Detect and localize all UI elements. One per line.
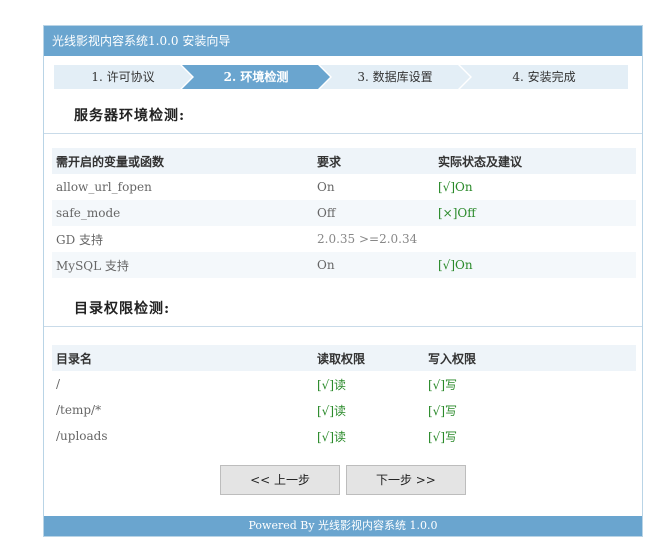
row-name: GD 支持 bbox=[56, 232, 104, 247]
dir-check-table: 目录名 读取权限 写入权限 / [√]读 [√]写 /temp/* [√]读 [… bbox=[52, 345, 636, 449]
table-header-row: 目录名 读取权限 写入权限 bbox=[52, 345, 636, 371]
server-check-title: 服务器环境检测: bbox=[74, 108, 186, 124]
header-read: 读取权限 bbox=[313, 345, 424, 371]
step-bar: 1. 许可协议 2. 环境检测 3. 数据库设置 4. 安装完成 bbox=[54, 65, 628, 89]
row-name: / bbox=[56, 377, 61, 391]
step-complete: 4. 安装完成 bbox=[460, 65, 628, 89]
installer-window: 光线影视内容系统1.0.0 安装向导 1. 许可协议 2. 环境检测 3. 数据… bbox=[43, 25, 643, 537]
table-row: /uploads [√]读 [√]写 bbox=[52, 423, 636, 449]
row-read: [√]读 bbox=[317, 377, 347, 392]
row-status: [√]On bbox=[438, 180, 473, 194]
divider bbox=[44, 133, 642, 134]
row-name: allow_url_fopen bbox=[56, 180, 152, 194]
table-header-row: 需开启的变量或函数 要求 实际状态及建议 bbox=[52, 148, 636, 174]
row-write: [√]写 bbox=[428, 377, 458, 392]
window-title: 光线影视内容系统1.0.0 安装向导 bbox=[44, 26, 642, 56]
row-required: On bbox=[317, 180, 335, 194]
row-status: [√]On bbox=[434, 252, 636, 278]
server-check-table: 需开启的变量或函数 要求 实际状态及建议 allow_url_fopen On … bbox=[52, 148, 636, 278]
divider bbox=[44, 326, 642, 327]
row-required: On bbox=[313, 252, 434, 278]
footer: Powered By 光线影视内容系统 1.0.0 bbox=[44, 516, 642, 536]
row-write: [√]写 bbox=[428, 429, 458, 444]
step-label: 3. 数据库设置 bbox=[357, 70, 433, 84]
row-read: [√]读 bbox=[317, 403, 347, 418]
row-name: /uploads bbox=[56, 429, 108, 443]
row-required: Off bbox=[313, 200, 434, 226]
prev-step-button[interactable]: << 上一步 bbox=[220, 465, 341, 495]
table-row: safe_mode Off [×]Off bbox=[52, 200, 636, 226]
step-label: 4. 安装完成 bbox=[512, 70, 576, 84]
header-write: 写入权限 bbox=[424, 345, 636, 371]
table-row: / [√]读 [√]写 bbox=[52, 371, 636, 397]
row-name: MySQL 支持 bbox=[52, 252, 313, 278]
row-write: [√]写 bbox=[428, 403, 458, 418]
step-env-check: 2. 环境检测 bbox=[182, 65, 330, 89]
table-row: /temp/* [√]读 [√]写 bbox=[52, 397, 636, 423]
step-database: 3. 数据库设置 bbox=[320, 65, 470, 89]
row-status bbox=[434, 226, 636, 252]
header-variable: 需开启的变量或函数 bbox=[52, 148, 313, 174]
step-license: 1. 许可协议 bbox=[54, 65, 192, 89]
dir-check-title: 目录权限检测: bbox=[74, 301, 171, 317]
header-status: 实际状态及建议 bbox=[434, 148, 636, 174]
next-step-button[interactable]: 下一步 >> bbox=[345, 465, 466, 495]
step-label: 1. 许可协议 bbox=[91, 70, 155, 84]
row-name: /temp/* bbox=[56, 403, 102, 417]
row-required: 2.0.35 >=2.0.34 bbox=[317, 232, 418, 246]
row-read: [√]读 bbox=[317, 429, 347, 444]
row-status: [×]Off bbox=[434, 200, 636, 226]
header-required: 要求 bbox=[313, 148, 434, 174]
nav-buttons: << 上一步 下一步 >> bbox=[44, 465, 642, 495]
table-row: allow_url_fopen On [√]On bbox=[52, 174, 636, 200]
header-dir: 目录名 bbox=[52, 345, 313, 371]
step-label: 2. 环境检测 bbox=[223, 70, 289, 84]
table-row: GD 支持 2.0.35 >=2.0.34 bbox=[52, 226, 636, 252]
row-name: safe_mode bbox=[52, 200, 313, 226]
table-row: MySQL 支持 On [√]On bbox=[52, 252, 636, 278]
